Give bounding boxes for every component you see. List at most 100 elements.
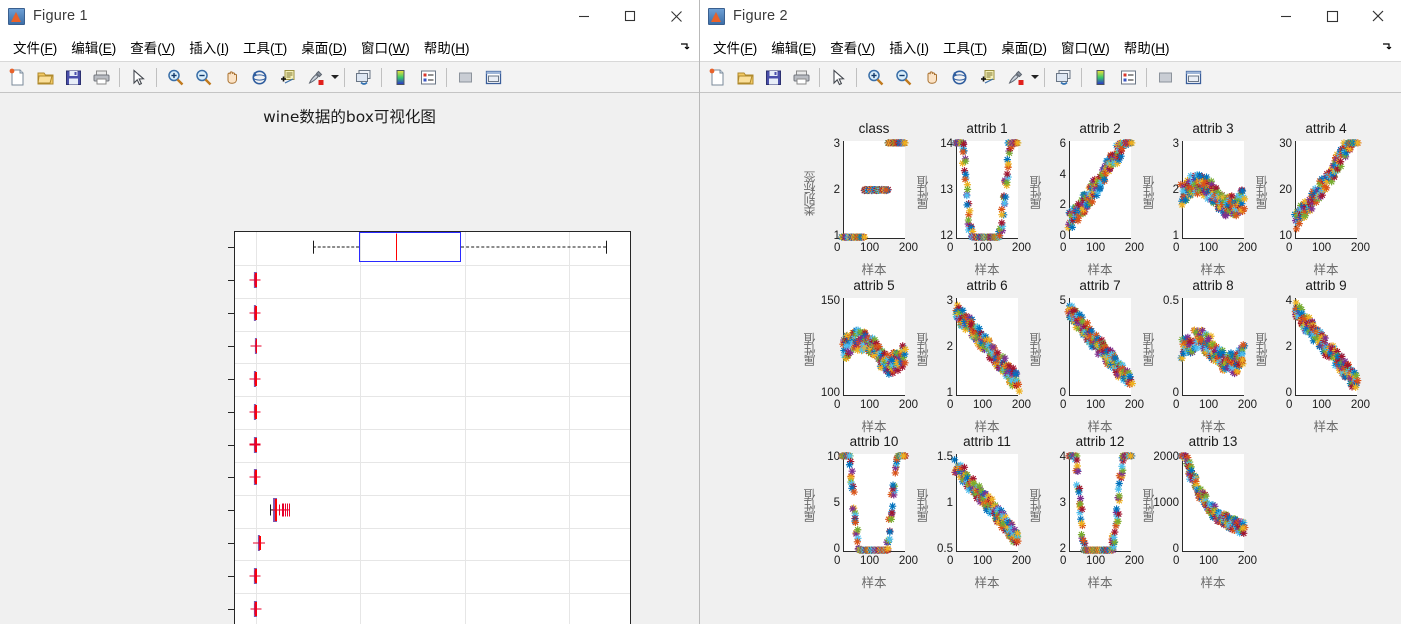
- menu-tools[interactable]: 工具(T): [936, 34, 994, 60]
- colorbar-icon[interactable]: [1087, 65, 1113, 90]
- print-figure-icon[interactable]: [88, 65, 114, 90]
- subplot-attrib-4[interactable]: attrib 4 属性值 30 20 10 0 100 200 样本: [1249, 121, 1370, 277]
- subplot-attrib-7[interactable]: attrib 7 属性值 5 0 0 100 200 样本: [1023, 278, 1144, 434]
- menu-view[interactable]: 查看(V): [123, 34, 182, 60]
- boxplot-whisker: [269, 509, 274, 511]
- subplot-attrib-5[interactable]: attrib 5 属性值 150 100 0 100 200 样本: [797, 278, 918, 434]
- legend-icon[interactable]: [415, 65, 441, 90]
- brush-icon[interactable]: [302, 65, 328, 90]
- hide-plot-tools-icon[interactable]: [1152, 65, 1178, 90]
- subplot-datapoints: [1173, 134, 1253, 246]
- boxplot-overlay: ProlineOD280/OD315 of diluted winesHueCo…: [0, 93, 699, 624]
- maximize-button[interactable]: [1309, 0, 1355, 32]
- subplot-xlabel: 样本: [861, 575, 887, 590]
- open-file-icon[interactable]: [32, 65, 58, 90]
- subplot-ylabel: 属性值: [1029, 489, 1043, 523]
- menu-desktop[interactable]: 桌面(D): [994, 34, 1054, 60]
- brush-dropdown-caret[interactable]: [1029, 65, 1040, 90]
- subplot-attrib-1[interactable]: attrib 1 属性值 14 13 12 0 100 200 样本: [910, 121, 1031, 277]
- brush-dropdown-caret[interactable]: [329, 65, 340, 90]
- subplot-xlabel: 样本: [1200, 419, 1226, 434]
- rotate-3d-icon[interactable]: [246, 65, 272, 90]
- pan-icon[interactable]: [218, 65, 244, 90]
- menu-help[interactable]: 帮助(H): [1117, 34, 1177, 60]
- subplot-attrib-10[interactable]: attrib 10 属性值 10 5 0 0 100 200 样本: [797, 434, 918, 590]
- rotate-3d-icon[interactable]: [946, 65, 972, 90]
- subplot-grid: class 类别标签 3 2 1 0 100 200 样本 attrib 1 属性值 14 13 12 0 1…: [700, 93, 1401, 624]
- zoom-in-icon[interactable]: [862, 65, 888, 90]
- boxplot-whisker-marker: [249, 406, 261, 418]
- save-figure-icon[interactable]: [760, 65, 786, 90]
- close-button[interactable]: [1355, 0, 1401, 32]
- subplot-attrib-3[interactable]: attrib 3 属性值 3 2 1 0 100 200 样本: [1136, 121, 1257, 277]
- new-figure-icon[interactable]: [704, 65, 730, 90]
- legend-icon[interactable]: [1115, 65, 1141, 90]
- link-plot-icon[interactable]: [350, 65, 376, 90]
- edit-plot-pointer-icon[interactable]: [125, 65, 151, 90]
- subplot-attrib-12[interactable]: attrib 12 属性值 4 3 2 0 100 200 样本: [1023, 434, 1144, 590]
- subplot-attrib-9[interactable]: attrib 9 属性值 4 2 0 0 100 200 样本: [1249, 278, 1370, 434]
- subplot-datapoints: [947, 291, 1027, 403]
- subplot-attrib-8[interactable]: attrib 8 属性值 0.5 0 0 100 200 样本: [1136, 278, 1257, 434]
- matlab-icon: [8, 7, 25, 25]
- subplot-datapoints: [1060, 447, 1140, 559]
- pan-icon[interactable]: [918, 65, 944, 90]
- brush-icon[interactable]: [1002, 65, 1028, 90]
- boxplot-ytick: [228, 313, 234, 315]
- link-plot-icon[interactable]: [1050, 65, 1076, 90]
- data-cursor-icon[interactable]: [274, 65, 300, 90]
- zoom-in-icon[interactable]: [162, 65, 188, 90]
- figure-1-titlebar[interactable]: Figure 1: [0, 0, 699, 32]
- menu-file[interactable]: 文件(F): [706, 34, 764, 60]
- print-figure-icon[interactable]: [788, 65, 814, 90]
- menu-tools[interactable]: 工具(T): [236, 34, 294, 60]
- subplot-xlabel: 样本: [1200, 575, 1226, 590]
- menu-help[interactable]: 帮助(H): [417, 34, 477, 60]
- menu-desktop[interactable]: 桌面(D): [294, 34, 354, 60]
- subplot-attrib-11[interactable]: attrib 11 属性值 1.5 1 0.5 0 100 200 样本: [910, 434, 1031, 590]
- figure-2-window-buttons: [1263, 0, 1401, 32]
- boxplot-ytick: [228, 378, 234, 380]
- data-cursor-icon[interactable]: [974, 65, 1000, 90]
- menu-edit[interactable]: 编辑(E): [64, 34, 123, 60]
- open-file-icon[interactable]: [732, 65, 758, 90]
- subplot-datapoints: [1173, 447, 1253, 559]
- hide-plot-tools-icon[interactable]: [452, 65, 478, 90]
- menu-window[interactable]: 窗口(W): [354, 34, 417, 60]
- minimize-button[interactable]: [561, 0, 607, 32]
- menubar-overflow-icon[interactable]: [679, 40, 691, 52]
- show-plot-tools-icon[interactable]: [480, 65, 506, 90]
- zoom-out-icon[interactable]: [890, 65, 916, 90]
- minimize-button[interactable]: [1263, 0, 1309, 32]
- boxplot-box: [359, 232, 461, 263]
- save-figure-icon[interactable]: [60, 65, 86, 90]
- show-plot-tools-icon[interactable]: [1180, 65, 1206, 90]
- menubar-overflow-icon[interactable]: [1381, 40, 1393, 52]
- zoom-out-icon[interactable]: [190, 65, 216, 90]
- figure-1-window-buttons: [561, 0, 699, 32]
- toolbar-separator: [119, 67, 120, 87]
- toolbar-separator: [446, 67, 447, 87]
- subplot-attrib-2[interactable]: attrib 2 属性值 6 4 2 0 0 100 200 样本: [1023, 121, 1144, 277]
- close-button[interactable]: [653, 0, 699, 32]
- menu-window[interactable]: 窗口(W): [1054, 34, 1117, 60]
- subplot-attrib-6[interactable]: attrib 6 属性值 3 2 1 0 100 200 样本: [910, 278, 1031, 434]
- menu-insert[interactable]: 插入(I): [882, 34, 936, 60]
- subplot-class[interactable]: class 类别标签 3 2 1 0 100 200 样本: [797, 121, 918, 277]
- menu-edit[interactable]: 编辑(E): [764, 34, 823, 60]
- figure-2-titlebar[interactable]: Figure 2: [700, 0, 1401, 32]
- boxplot-whisker-marker: [249, 307, 261, 319]
- menu-view[interactable]: 查看(V): [823, 34, 882, 60]
- menu-insert[interactable]: 插入(I): [182, 34, 236, 60]
- colorbar-icon[interactable]: [387, 65, 413, 90]
- maximize-button[interactable]: [607, 0, 653, 32]
- subplot-xlabel: 样本: [1087, 419, 1113, 434]
- new-figure-icon[interactable]: [4, 65, 30, 90]
- menu-file[interactable]: 文件(F): [6, 34, 64, 60]
- subplot-ylabel: 属性值: [1029, 176, 1043, 210]
- figure-1-canvas: wine数据的box可视化图 ProlineOD280/OD315 of dil…: [0, 93, 699, 624]
- subplot-ylabel: 属性值: [803, 489, 817, 523]
- subplot-attrib-13[interactable]: attrib 13 属性值 2000 1000 0 0 100 200 样本: [1136, 434, 1257, 590]
- boxplot-ytick: [228, 444, 234, 446]
- edit-plot-pointer-icon[interactable]: [825, 65, 851, 90]
